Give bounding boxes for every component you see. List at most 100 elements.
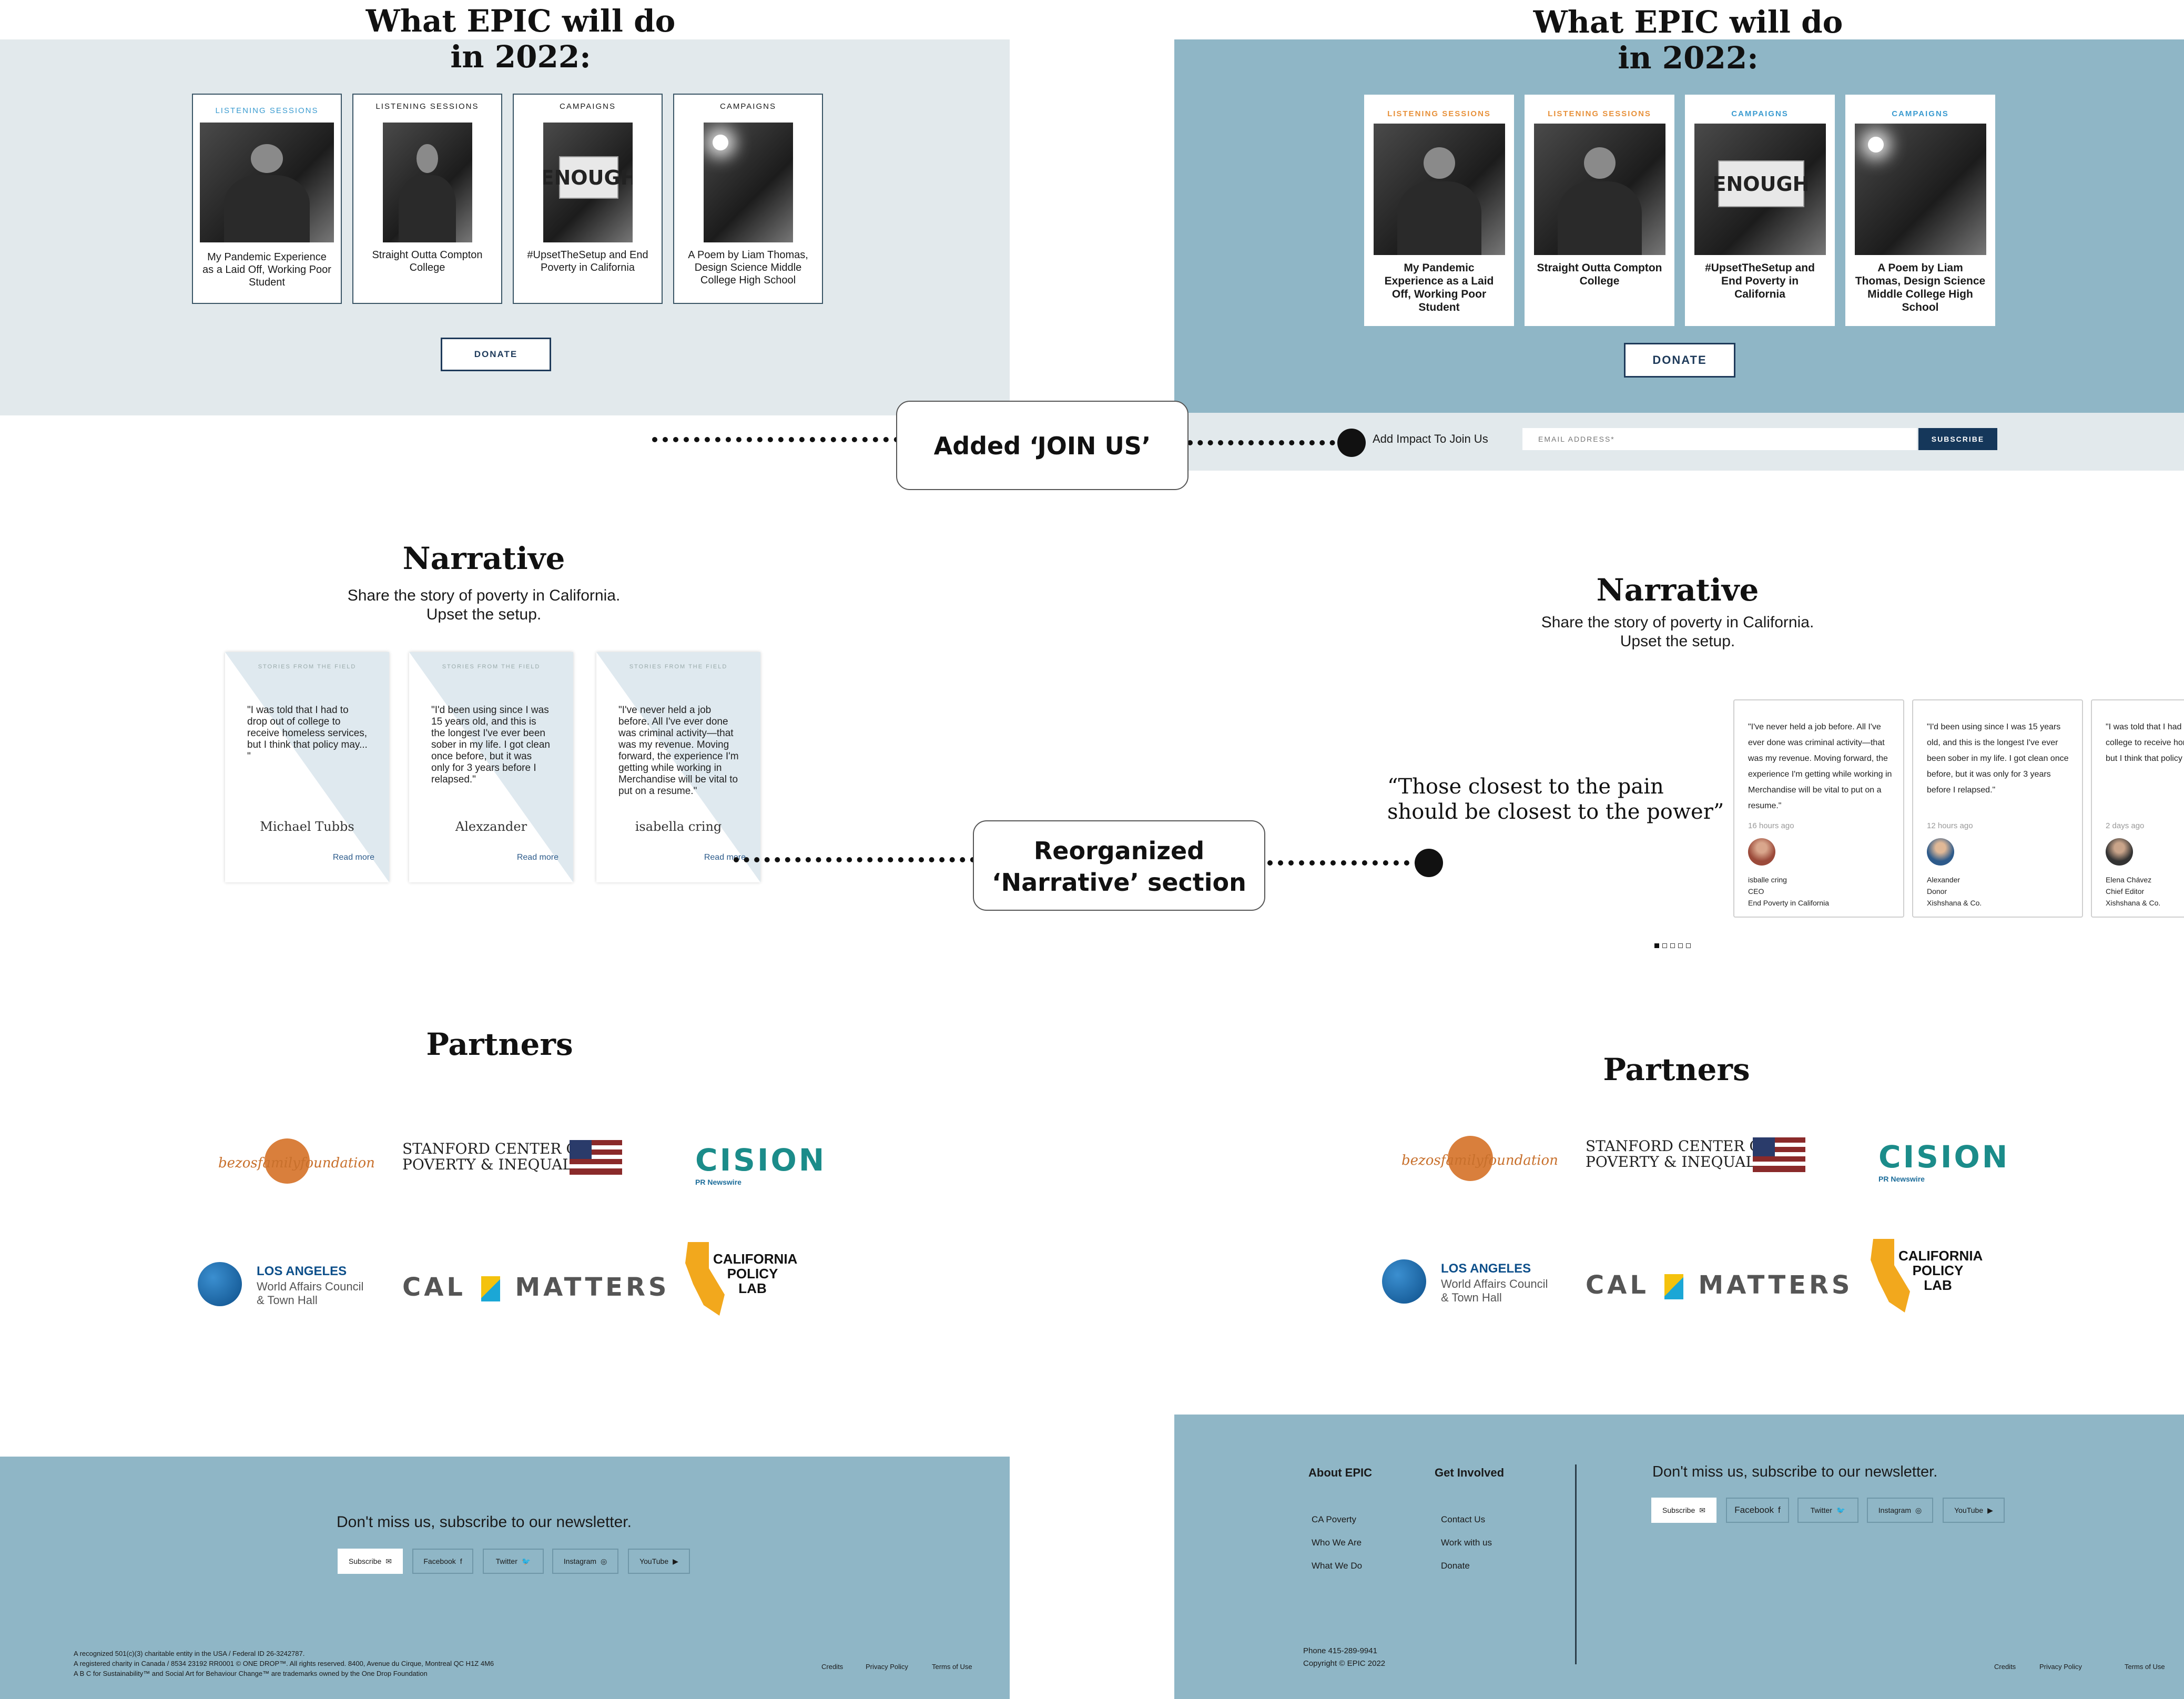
facebook-icon: f <box>1777 1505 1781 1515</box>
story-card-quote: "I've never held a job before. All I've … <box>618 705 739 797</box>
footer-link-ca-poverty[interactable]: CA Poverty <box>1312 1514 1356 1525</box>
pullquote-line1: “Those closest to the pain <box>1387 775 1664 799</box>
right-testimonial-card-1[interactable]: "I've never held a job before. All I've … <box>1733 699 1904 918</box>
pagination-dot[interactable] <box>1670 943 1675 948</box>
pagination-dot[interactable] <box>1686 943 1691 948</box>
left-story-card-2[interactable]: STORIES FROM THE FIELD "I'd been using s… <box>409 652 573 882</box>
pullquote-line2: should be closest to the power” <box>1387 800 1724 824</box>
left-card-2[interactable]: LISTENING SESSIONS Straight Outta Compto… <box>352 94 502 304</box>
cpl-line3: LAB <box>738 1280 767 1296</box>
author-name: Alexander <box>1927 876 1960 884</box>
left-title-line1: What EPIC will do <box>365 3 676 39</box>
right-youtube-button[interactable]: YouTube ▶ <box>1943 1498 2005 1523</box>
twitter-icon: 🐦 <box>521 1556 531 1565</box>
subtitle-line1: Share the story of poverty in California… <box>1541 614 1814 631</box>
annotation-line2: ‘Narrative’ section <box>992 868 1246 897</box>
testimonial-quote: "I was told that I had to drop out of co… <box>2106 723 2184 763</box>
card-photo <box>703 123 793 242</box>
card-photo: ENOUGH <box>543 123 633 242</box>
footer-link-terms[interactable]: Terms of Use <box>932 1663 972 1671</box>
annotation-connector-right <box>1267 860 1430 866</box>
la-line2: World Affairs Council <box>257 1280 364 1293</box>
legal-line: A recognized 501(c)(3) charitable entity… <box>74 1650 305 1657</box>
footer-link-terms[interactable]: Terms of Use <box>2125 1663 2165 1671</box>
card-caption: A Poem by Liam Thomas, Design Science Mi… <box>1855 262 1986 313</box>
card-category: CAMPAIGNS <box>720 102 776 111</box>
story-card-label: STORIES FROM THE FIELD <box>258 664 357 670</box>
left-card-4[interactable]: CAMPAIGNS A Poem by Liam Thomas, Design … <box>673 94 823 304</box>
pagination-dot-active[interactable] <box>1654 943 1659 948</box>
card-diagonal-shape <box>225 652 389 882</box>
author-org: Xishshana & Co. <box>1927 899 1982 907</box>
footer-copyright: Copyright © EPIC 2022 <box>1303 1659 1386 1668</box>
left-narrative-title: Narrative <box>402 541 565 576</box>
left-title-line2: in 2022: <box>450 39 591 75</box>
annotation-connector-left <box>652 437 899 442</box>
right-testimonial-card-2[interactable]: "I'd been using since I was 15 years old… <box>1912 699 2083 918</box>
cpl-line1: CALIFORNIA <box>713 1251 798 1267</box>
cision-wordmark: CISION <box>695 1142 827 1178</box>
legal-line: A registered charity in Canada / 8534 23… <box>74 1660 494 1667</box>
card-caption: Straight Outta Compton College <box>372 249 483 273</box>
cision-logo: CISION PR Newswire <box>695 1142 826 1186</box>
story-card-read-more[interactable]: Read more <box>333 853 374 862</box>
calmatters-mark <box>1664 1274 1683 1299</box>
left-facebook-button[interactable]: Facebook f <box>412 1549 473 1574</box>
calmatters-a: CAL <box>402 1273 466 1302</box>
flag-icon <box>1753 1137 1805 1172</box>
left-campaigns-title: What EPIC will do in 2022: <box>337 3 705 75</box>
calmatters-b: MATTERS <box>515 1273 670 1302</box>
left-youtube-button[interactable]: YouTube ▶ <box>628 1549 690 1574</box>
left-instagram-button[interactable]: Instagram ◎ <box>552 1549 618 1574</box>
join-us-email-input[interactable] <box>1522 428 1917 450</box>
author-name: Elena Chávez <box>2106 876 2152 884</box>
right-title-line1: What EPIC will do <box>1533 4 1843 40</box>
footer-link-who-we-are[interactable]: Who We Are <box>1312 1538 1362 1548</box>
left-card-1[interactable]: LISTENING SESSIONS My Pandemic Experienc… <box>192 94 342 304</box>
footer-link-contact[interactable]: Contact Us <box>1441 1514 1485 1525</box>
twitter-label: Twitter <box>1810 1506 1832 1514</box>
story-card-name: isabella cring <box>635 819 722 834</box>
footer-link-credits[interactable]: Credits <box>821 1663 843 1671</box>
calmatters-logo: CAL MATTERS <box>402 1273 670 1302</box>
footer-link-credits[interactable]: Credits <box>1994 1663 2016 1671</box>
left-donate-button[interactable]: DONATE <box>441 338 551 371</box>
footer-link-what-we-do[interactable]: What We Do <box>1312 1561 1362 1571</box>
right-subscribe-button[interactable]: Subscribe ✉ <box>1651 1498 1716 1523</box>
footer-link-privacy[interactable]: Privacy Policy <box>866 1663 908 1671</box>
right-card-4[interactable]: CAMPAIGNS A Poem by Liam Thomas, Design … <box>1845 95 1995 326</box>
right-card-3[interactable]: CAMPAIGNS ENOUGH #UpsetTheSetup and End … <box>1685 95 1835 326</box>
left-twitter-button[interactable]: Twitter 🐦 <box>483 1549 544 1574</box>
right-testimonial-card-3[interactable]: "I was told that I had to drop out of co… <box>2091 699 2184 918</box>
card-caption: A Poem by Liam Thomas, Design Science Mi… <box>688 249 808 286</box>
footer-link-work-with-us[interactable]: Work with us <box>1441 1538 1492 1548</box>
left-narrative-subtitle: Share the story of poverty in California… <box>294 586 673 624</box>
left-card-3[interactable]: CAMPAIGNS ENOUGH #UpsetTheSetup and End … <box>513 94 663 304</box>
right-card-2[interactable]: LISTENING SESSIONS Straight Outta Compto… <box>1525 95 1674 326</box>
la-line3: & Town Hall <box>1441 1291 1502 1304</box>
footer-link-donate[interactable]: Donate <box>1441 1561 1470 1571</box>
right-facebook-button[interactable]: Facebook f <box>1726 1498 1789 1523</box>
left-subscribe-button[interactable]: Subscribe ✉ <box>338 1549 403 1574</box>
footer-phone: Phone 415-289-9941 <box>1303 1646 1377 1655</box>
author-role: Chief Editor <box>2106 887 2145 896</box>
mail-icon: ✉ <box>385 1556 392 1565</box>
subtitle-line2: Upset the setup. <box>1620 633 1735 650</box>
left-story-card-3[interactable]: STORIES FROM THE FIELD "I've never held … <box>596 652 760 882</box>
right-twitter-button[interactable]: Twitter 🐦 <box>1797 1498 1858 1523</box>
youtube-label: YouTube <box>639 1557 669 1565</box>
card-caption: #UpsetTheSetup and End Poverty in Califo… <box>527 249 648 273</box>
pagination-dot[interactable] <box>1678 943 1683 948</box>
right-instagram-button[interactable]: Instagram ◎ <box>1867 1498 1933 1523</box>
pagination-dot[interactable] <box>1662 943 1667 948</box>
testimonial-timestamp: 16 hours ago <box>1748 821 1794 830</box>
right-donate-button[interactable]: DONATE <box>1624 343 1735 378</box>
story-card-read-more[interactable]: Read more <box>517 853 558 862</box>
left-story-card-1[interactable]: STORIES FROM THE FIELD "I was told that … <box>225 652 389 882</box>
story-card-quote: "I was told that I had to drop out of co… <box>247 705 368 762</box>
right-card-1[interactable]: LISTENING SESSIONS My Pandemic Experienc… <box>1364 95 1514 326</box>
cpl-line1: CALIFORNIA <box>1898 1248 1983 1264</box>
join-us-subscribe-button[interactable]: SUBSCRIBE <box>1918 428 1997 450</box>
subtitle-line2: Upset the setup. <box>426 606 542 623</box>
footer-link-privacy[interactable]: Privacy Policy <box>2039 1663 2082 1671</box>
